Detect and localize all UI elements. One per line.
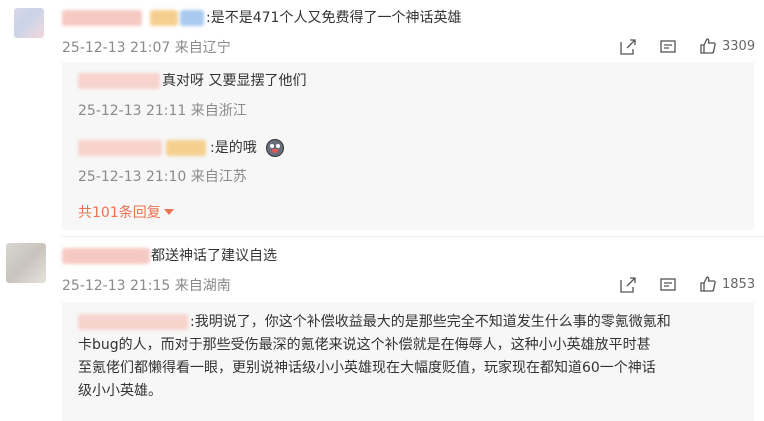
share-icon[interactable] <box>619 276 637 294</box>
like-count: 1853 <box>722 277 756 292</box>
avatar[interactable] <box>6 243 46 283</box>
reply-text: :我明说了，你这个补偿收益最大的是那些完全不知道发生什么事的零氪微氪和 卡bug… <box>78 311 750 403</box>
reply-location: 来自浙江 <box>190 103 247 119</box>
reply-username-blurred[interactable] <box>78 73 160 89</box>
username-badge-blurred <box>150 10 178 26</box>
share-icon[interactable] <box>619 38 637 56</box>
comment-time: 25-12-13 21:07 <box>62 40 171 56</box>
thumbs-up-icon[interactable] <box>699 275 717 293</box>
comment-text: :是不是471个人又免费得了一个神话英雄 <box>206 10 462 26</box>
comment-text: 都送神话了建议自选 <box>151 248 277 264</box>
reply-badge-blurred <box>166 140 206 156</box>
reply-location: 来自江苏 <box>190 169 247 185</box>
comment-timestamp: 25-12-13 21:07 来自辽宁 <box>62 39 231 57</box>
reply-text: :是的哦 <box>210 140 257 156</box>
reply-timestamp: 25-12-13 21:11 来自浙江 <box>78 102 247 120</box>
reply-line: 级小小英雄。 <box>78 383 162 399</box>
comment-location: 来自湖南 <box>174 278 231 294</box>
thumbs-up-icon[interactable] <box>699 37 717 55</box>
comment-location: 来自辽宁 <box>174 40 231 56</box>
reply-time: 25-12-13 21:11 <box>78 103 187 119</box>
reply-time: 25-12-13 21:10 <box>78 169 187 185</box>
more-replies-link[interactable]: 共101条回复 <box>78 204 174 222</box>
comment-timestamp: 25-12-13 21:15 来自湖南 <box>62 277 231 295</box>
reply-line: 卡bug的人，而对于那些受伤最深的氪佬来说这个补偿就是在侮辱人，这种小小英雄放平… <box>78 337 651 353</box>
caret-down-icon <box>163 209 174 215</box>
username-blurred[interactable] <box>62 248 150 264</box>
reply-timestamp: 25-12-13 21:10 来自江苏 <box>78 168 247 186</box>
avatar[interactable] <box>14 8 44 38</box>
reply-username-blurred[interactable] <box>78 140 162 156</box>
comment-icon[interactable] <box>659 276 677 294</box>
more-replies-label: 共101条回复 <box>78 205 161 221</box>
reply-line: :我明说了，你这个补偿收益最大的是那些完全不知道发生什么事的零氪微氪和 <box>190 314 671 330</box>
comment-icon[interactable] <box>659 38 677 56</box>
comment-time: 25-12-13 21:15 <box>62 278 171 294</box>
like-count: 3309 <box>722 39 756 54</box>
username-badge-blurred <box>180 10 204 26</box>
comment-divider <box>62 236 764 237</box>
username-blurred[interactable] <box>62 10 142 26</box>
reply-text: 真对呀 又要显摆了他们 <box>162 73 307 89</box>
laughing-face-emoji <box>266 139 284 157</box>
reply-line: 至氪佬们都懒得看一眼，更别说神话级小小英雄现在大幅度贬值，玩家现在都知道60一个… <box>78 360 656 376</box>
